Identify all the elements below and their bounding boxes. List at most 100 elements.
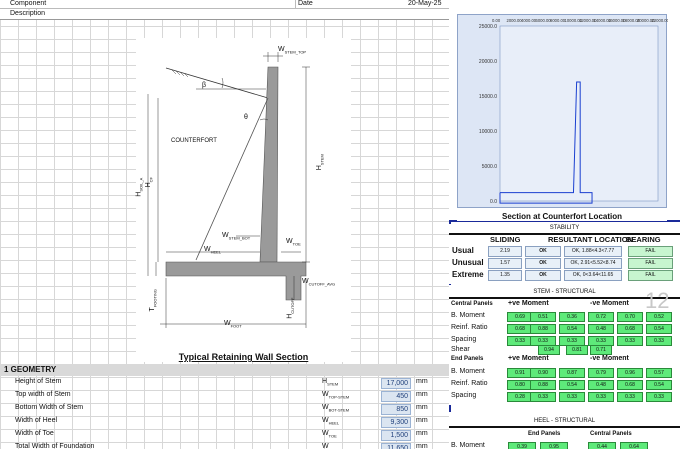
heel-cell: 0.44 [588, 442, 616, 449]
shear-cell: 0.71 [590, 345, 612, 355]
symbol-letter: W [322, 430, 329, 437]
section-chart: 25000.0 20000.0 15000.0 10000.0 5000.0 0.0 0.0… [457, 14, 670, 208]
stem-watermark: 12 [645, 288, 670, 313]
geometry-value-input[interactable]: 9,300 [381, 417, 411, 428]
stem-cell: 0.33 [617, 336, 643, 346]
stem-row-label: Spacing [451, 336, 477, 343]
heel-cell: 0.64 [620, 442, 648, 449]
bearing-status: FAIL [628, 258, 673, 269]
y-tick-label: 10000.0 [479, 129, 497, 135]
geometry-value-input[interactable]: 850 [381, 404, 411, 415]
stability-row-label: Unusual [452, 258, 484, 267]
stem-cell: 0.70 [617, 312, 643, 322]
stem-end-cell: 0.87 [559, 368, 585, 378]
date-label: Date [298, 0, 313, 7]
symbol-letter: W [322, 417, 329, 424]
geometry-value-input[interactable]: 11,650 [381, 443, 411, 449]
heel-row-label: B. Moment [451, 442, 485, 449]
y-tick-label: 5000.0 [482, 164, 498, 170]
x-tick-label: 0.00 [492, 18, 501, 23]
resultant-status: OK, 2.91<5.52<8.74 [564, 258, 622, 269]
sliding-status: OK [525, 258, 561, 269]
sliding-status: OK [525, 246, 561, 257]
w-stem-bot-label: WSTEM_BOT [222, 232, 251, 241]
geometry-row-symbol: WTOP-STEM [322, 391, 349, 399]
stem-cell: 0.48 [588, 324, 614, 334]
description-label: Description [10, 10, 46, 17]
sliding-factor: 2.19 [488, 246, 522, 257]
symbol-subscript: HEEL [328, 420, 340, 426]
heel-title: HEEL - STRUCTURAL [533, 418, 596, 424]
stem-end-cell: 0.79 [588, 368, 614, 378]
stem-end-cell: 0.54 [559, 380, 585, 390]
bearing-status: FAIL [628, 270, 673, 281]
theta-label: θ [244, 114, 248, 121]
geometry-value-input[interactable]: 1,500 [381, 430, 411, 441]
stem-end-cell: 0.33 [559, 392, 585, 402]
pos-moment-label: +ve Moment [508, 300, 549, 307]
geometry-row-label: Total Width of Foundation [15, 443, 95, 449]
resultant-status: OK, 1.88<4.3<7.77 [564, 246, 622, 257]
geometry-row-symbol: W [322, 443, 329, 449]
stem-cell: 0.51 [530, 312, 556, 322]
neg-moment-label: -ve Moment [590, 300, 629, 307]
geometry-row-label: Width of Toe [15, 430, 54, 437]
stem-end-cell: 0.33 [588, 392, 614, 402]
w-toe-label: WTOE [286, 238, 301, 247]
stem-row-label: Reinf. Ratio [451, 324, 488, 331]
stability-header: BEARING [626, 235, 661, 244]
shear-cell: 0.94 [538, 345, 560, 355]
symbol-subscript: BOT-STEM [328, 407, 350, 413]
geometry-unit: mm [416, 378, 428, 385]
w-stem-top-label: WSTEM_TOP [278, 46, 307, 55]
stem-cell: 0.52 [646, 312, 672, 322]
stem-cell: 0.88 [530, 324, 556, 334]
y-tick-label: 25000.0 [479, 24, 497, 30]
geometry-row-label: Top width of Stem [15, 391, 71, 398]
heel-central-label: Central Panels [590, 431, 632, 437]
header-area [0, 0, 449, 20]
y-tick-label: 20000.0 [479, 59, 497, 65]
chart-title: Section at Counterfort Location [457, 212, 667, 221]
counterfort-label: COUNTERFORT [171, 138, 217, 144]
h-cf-label: HCF [145, 176, 154, 188]
shear-label: Shear [451, 346, 470, 353]
stability-header: RESULTANT LOCATION [548, 235, 633, 244]
shear-cell: 0.81 [566, 345, 588, 355]
h-stem-label: HSTEM [315, 154, 325, 171]
stem-end-row-label: Spacing [451, 392, 477, 399]
stem-cell: 0.33 [646, 336, 672, 346]
symbol-subscript: TOE [328, 433, 337, 439]
symbol-subscript: TOP-STEM [328, 394, 350, 400]
geometry-value-input[interactable]: 17,000 [381, 378, 411, 389]
y-tick-label: 0.0 [490, 199, 497, 205]
h-cutoff-label: HCUTOFF [286, 297, 295, 319]
stem-end-cell: 0.90 [530, 368, 556, 378]
stem-end-cell: 0.68 [617, 380, 643, 390]
stem-end-cell: 0.88 [530, 380, 556, 390]
heel-end-label: End Panels [528, 431, 561, 437]
x-tick-label: 6000.00 [536, 18, 552, 23]
geometry-unit: mm [416, 417, 428, 424]
stability-row-label: Usual [452, 246, 474, 255]
geometry-unit: mm [416, 443, 428, 449]
retaining-wall-drawing: WSTEM_TOP β θ COUNTERFORT HSTEM HSOIL_A … [135, 38, 351, 358]
stem-cell: 0.36 [559, 312, 585, 322]
stem-end-cell: 0.33 [530, 392, 556, 402]
beta-label: β [202, 82, 207, 89]
geometry-row-label: Height of Stem [15, 378, 62, 385]
w-heel-label: WHEEL [204, 246, 222, 255]
chart-plot-area [499, 25, 659, 202]
date-value: 20-May-25 [408, 0, 442, 7]
geometry-unit: mm [416, 430, 428, 437]
stem-end-cell: 0.96 [617, 368, 643, 378]
stem-end-cell: 0.57 [646, 368, 672, 378]
end-panels-label: End Panels [451, 356, 484, 362]
x-tick-label: 22000.00 [652, 18, 669, 23]
resultant-status: OK, 0<3.64<11.65 [564, 270, 622, 281]
symbol-letter: W [322, 391, 329, 398]
sliding-factor: 1.35 [488, 270, 522, 281]
stem-row-label: B. Moment [451, 312, 485, 319]
geometry-value-input[interactable]: 450 [381, 391, 411, 402]
heel-cell: 0.39 [508, 442, 536, 449]
